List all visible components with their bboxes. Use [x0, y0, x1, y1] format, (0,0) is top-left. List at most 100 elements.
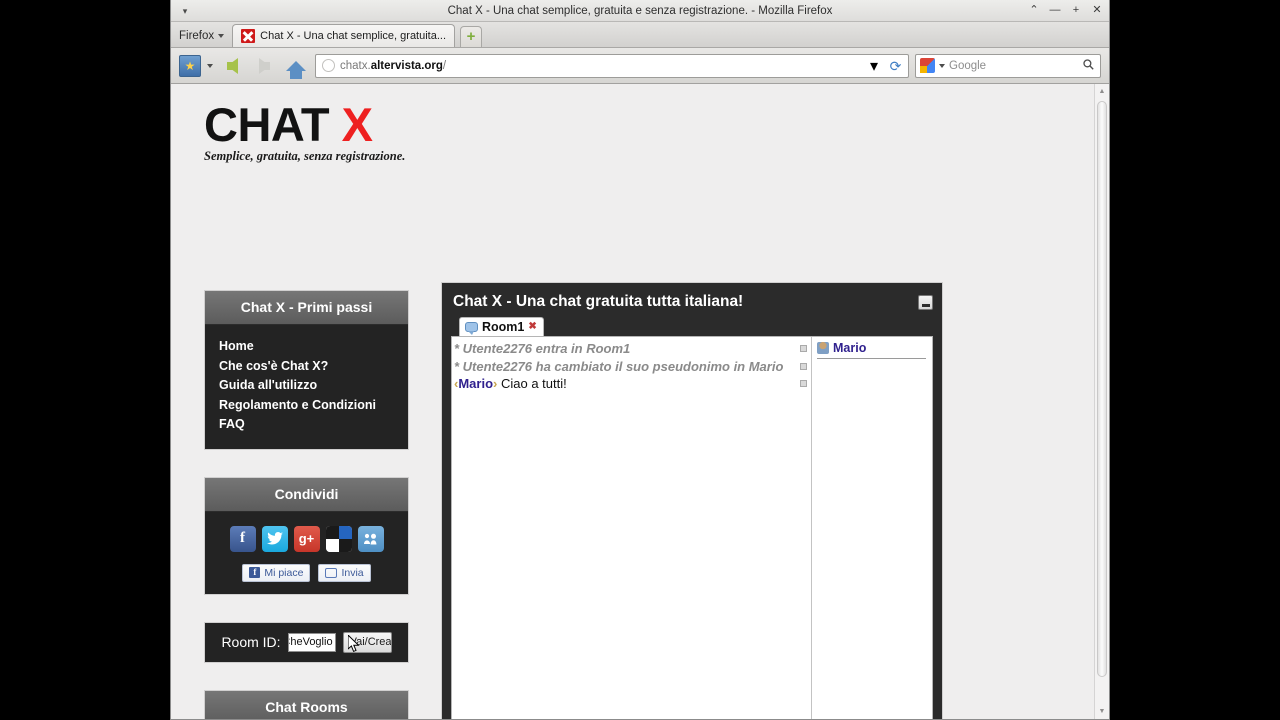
search-chevron-down-icon[interactable] [939, 63, 945, 68]
facebook-like-label: Mi piace [264, 566, 304, 579]
window-controls: ⌃ — + ✕ [1028, 3, 1103, 17]
bookmarks-chevron-down-icon[interactable] [207, 63, 213, 68]
chat-tab-label: Room1 [482, 320, 525, 334]
home-icon [286, 60, 306, 79]
home-button[interactable] [283, 53, 309, 79]
page-scrollbar[interactable]: ▲ ▼ [1094, 84, 1109, 719]
tab-strip: Firefox Chat X - Una chat semplice, grat… [171, 22, 1109, 48]
search-bar[interactable]: Google [915, 53, 1101, 78]
browser-tab[interactable]: Chat X - Una chat semplice, gratuita... [232, 24, 456, 47]
panel-body-primi-passi: Home Che cos'è Chat X? Guida all'utilizz… [205, 325, 408, 449]
scroll-down-icon[interactable]: ▼ [1095, 704, 1109, 719]
window-close-button[interactable]: ✕ [1091, 3, 1103, 17]
google-plus-share-icon[interactable]: g+ [293, 525, 320, 552]
facebook-send-label: Invia [341, 566, 364, 579]
panel-primi-passi: Chat X - Primi passi Home Che cos'è Chat… [204, 290, 409, 450]
sidebar-item-faq[interactable]: FAQ [219, 415, 394, 435]
url-text: chatx.altervista.org/ [340, 60, 865, 72]
speech-bubble-icon [465, 322, 478, 335]
window-shade-button[interactable]: ⌃ [1028, 3, 1040, 17]
url-bar[interactable]: chatx.altervista.org/ ▾ ⟳ [315, 53, 909, 78]
scroll-up-icon[interactable]: ▲ [1095, 84, 1109, 99]
panel-header-chat-rooms: Chat Rooms [205, 690, 408, 719]
chat-titlebar: Chat X - Una chat gratuita tutta italian… [451, 291, 933, 317]
sidebar-item-che-cose-chat-x[interactable]: Che cos'è Chat X? [219, 357, 394, 377]
google-icon[interactable] [920, 58, 935, 73]
myspace-share-icon[interactable] [357, 525, 384, 552]
minimize-icon [921, 303, 930, 307]
twitter-share-icon[interactable] [261, 525, 288, 552]
logo-text-main: CHAT [204, 98, 330, 151]
facebook-icon: f [249, 567, 261, 578]
speech-bubble-icon [325, 567, 338, 578]
firefox-menu-button[interactable]: Firefox [177, 30, 232, 47]
panel-condividi: Condividi f g+ f Mi piace Invia [204, 476, 409, 595]
url-prefix: chatx. [340, 59, 371, 72]
chat-user-list: Mario [812, 337, 932, 719]
chat-minimize-button[interactable] [918, 294, 933, 310]
arrow-right-icon [258, 57, 270, 74]
content-viewport: CHAT X Semplice, gratuita, senza registr… [171, 84, 1109, 719]
reload-icon[interactable]: ⟳ [887, 57, 904, 74]
site-tagline: Semplice, gratuita, senza registrazione. [204, 149, 406, 163]
panel-room-id: Room ID: QuelloCheVoglio Vai/Crea [204, 621, 409, 663]
sidebar-item-guida-allutilizzo[interactable]: Guida all'utilizzo [219, 376, 394, 396]
site-logo[interactable]: CHAT X [204, 99, 405, 151]
close-icon[interactable]: ✖ [528, 322, 536, 332]
chat-message-system: * Utente2276 entra in Room1 [454, 340, 811, 358]
share-buttons: f Mi piace Invia [215, 563, 398, 582]
chat-message-list[interactable]: * Utente2276 entra in Room1 * Utente2276… [452, 337, 812, 719]
sidebar: Chat X - Primi passi Home Che cos'è Chat… [204, 290, 409, 719]
chat-widget: Chat X - Una chat gratuita tutta italian… [441, 282, 943, 719]
search-input[interactable]: Google [949, 60, 1079, 72]
window-maximize-button[interactable]: + [1070, 3, 1082, 17]
bookmarks-button[interactable]: ★ [179, 54, 201, 77]
chevron-down-icon [218, 34, 225, 38]
nick-close-bracket: › [493, 376, 498, 391]
search-icon[interactable] [1083, 58, 1096, 73]
user-list-item[interactable]: Mario [817, 341, 926, 359]
room-id-label: Room ID: [221, 634, 281, 650]
logo-text-accent: X [341, 98, 373, 151]
chat-title: Chat X - Una chat gratuita tutta italian… [453, 293, 744, 310]
panel-header-primi-passi: Chat X - Primi passi [205, 291, 408, 325]
delicious-share-icon[interactable] [325, 525, 352, 552]
window-title: Chat X - Una chat semplice, gratuita e s… [447, 4, 833, 17]
chat-message-system: * Utente2276 ha cambiato il suo pseudoni… [454, 358, 811, 376]
message-option-icon[interactable] [800, 362, 807, 370]
url-dropdown-icon[interactable]: ▾ [870, 56, 882, 76]
facebook-like-button[interactable]: f Mi piace [242, 563, 311, 582]
share-icons: f g+ [215, 525, 398, 552]
panel-body-condividi: f g+ f Mi piace Invia [205, 512, 408, 594]
scrollbar-thumb[interactable] [1097, 101, 1107, 677]
room-id-go-button[interactable]: Vai/Crea [342, 631, 392, 653]
site-header: CHAT X Semplice, gratuita, senza registr… [204, 99, 405, 164]
firefox-menu-label: Firefox [179, 30, 215, 42]
message-option-icon[interactable] [800, 380, 807, 387]
star-icon: ★ [184, 58, 196, 73]
site-identity-icon [322, 59, 335, 72]
web-page: CHAT X Semplice, gratuita, senza registr… [171, 84, 1094, 719]
window-menu-icon[interactable]: ▾ [179, 5, 191, 17]
message-option-icon[interactable] [800, 345, 807, 352]
url-domain: altervista.org [370, 59, 443, 72]
window-minimize-button[interactable]: — [1049, 3, 1061, 17]
back-button[interactable] [219, 53, 245, 79]
tab-favicon-icon [241, 29, 256, 43]
sidebar-item-regolamento-e-condizioni[interactable]: Regolamento e Condizioni [219, 396, 394, 416]
new-tab-button[interactable]: + [460, 26, 483, 47]
sidebar-item-home[interactable]: Home [219, 337, 394, 357]
chat-message-text: Ciao a tutti! [500, 376, 567, 391]
facebook-send-button[interactable]: Invia [318, 563, 371, 582]
browser-tab-label: Chat X - Una chat semplice, gratuita... [260, 30, 447, 42]
site-content: CHAT X Semplice, gratuita, senza registr… [171, 84, 1094, 719]
plus-icon: + [466, 28, 476, 45]
room-id-input[interactable]: QuelloCheVoglio [287, 632, 336, 652]
window-title-bar: ▾ Chat X - Una chat semplice, gratuita e… [171, 0, 1109, 22]
chat-tabs: Room1 ✖ [451, 317, 933, 336]
navigation-toolbar: ★ chatx.altervista.org/ ▾ ⟳ Google [171, 48, 1109, 84]
facebook-share-icon[interactable]: f [229, 525, 256, 552]
user-name: Mario [833, 341, 867, 355]
forward-button[interactable] [251, 53, 277, 79]
chat-tab-room1[interactable]: Room1 ✖ [459, 317, 544, 336]
